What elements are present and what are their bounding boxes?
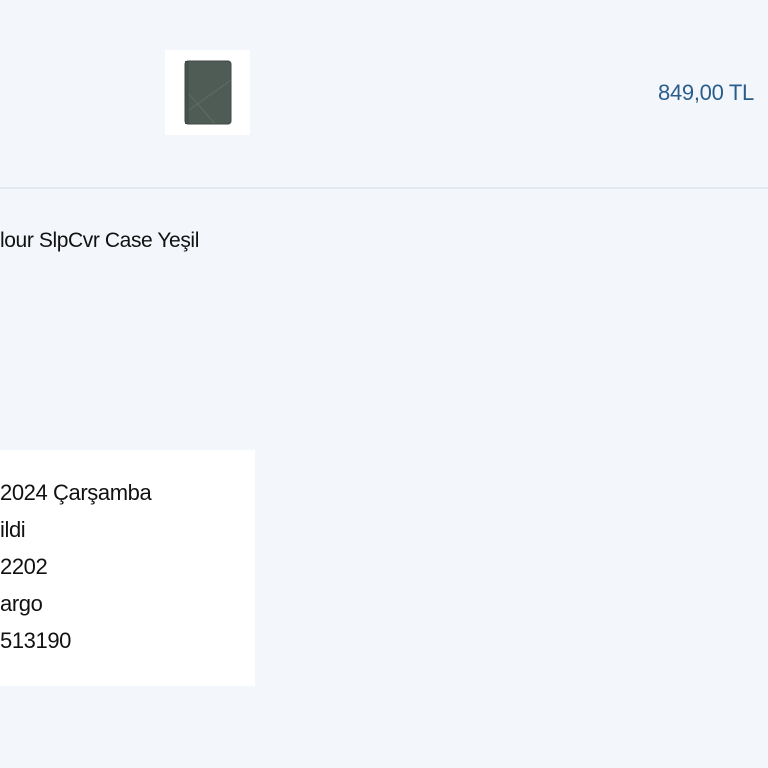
tablet-case-image [184, 60, 232, 125]
order-item-row [0, 0, 768, 187]
order-detail-page: 849,00 TL lour SlpCvr Case Yeşil 2024 Ça… [0, 0, 768, 768]
order-date: 2024 Çarşamba [0, 480, 152, 505]
tracking-number[interactable]: 513190 [0, 628, 71, 654]
order-status: ildi [0, 517, 26, 542]
item-price: 849,00 TL [658, 80, 754, 105]
row-divider [0, 187, 768, 189]
shipping-company: argo [0, 591, 43, 616]
order-info-card: 2024 Çarşamba ildi 2202 argo 513190 [0, 450, 255, 686]
order-number: 2202 [0, 554, 48, 579]
product-thumbnail[interactable] [165, 50, 250, 135]
product-name[interactable]: lour SlpCvr Case Yeşil [0, 229, 199, 253]
